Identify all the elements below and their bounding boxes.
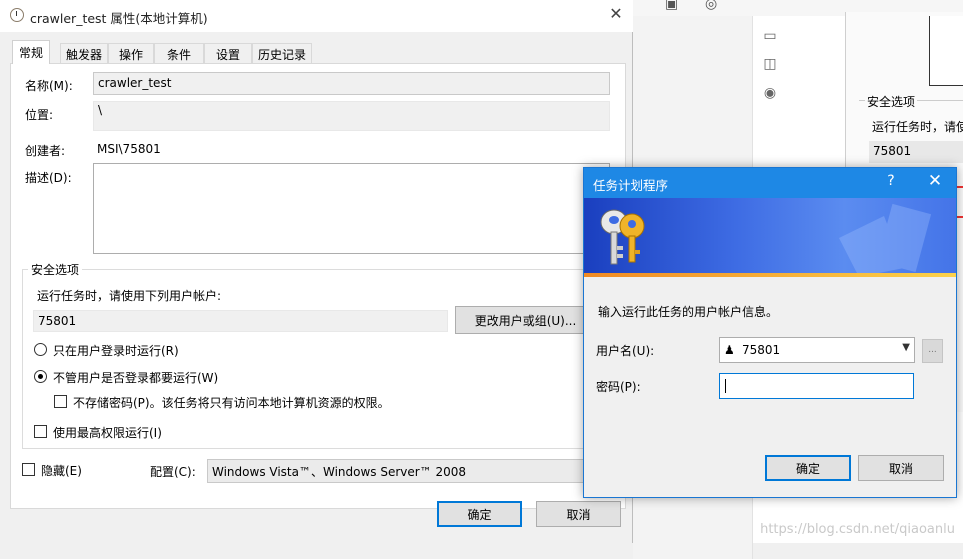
name-label: 名称(M): — [25, 79, 73, 93]
eye-icon[interactable]: ◉ — [761, 85, 779, 101]
configure-label: 配置(C): — [150, 465, 196, 479]
background-security-label: 安全选项 — [865, 93, 918, 110]
author-label: 创建者: — [25, 144, 66, 158]
background-run-text: 运行任务时，请使 — [872, 120, 963, 134]
username-label: 用户名(U): — [596, 344, 655, 358]
help-icon[interactable]: ? — [881, 173, 901, 189]
background-image-box — [929, 16, 963, 86]
tab-triggers[interactable]: 触发器 — [60, 43, 108, 63]
properties-titlebar: crawler_test 属性(本地计算机) ✕ — [0, 0, 633, 32]
tab-history[interactable]: 历史记录 — [252, 43, 312, 63]
keys-icon — [600, 203, 932, 277]
tab-actions[interactable]: 操作 — [108, 43, 154, 63]
banner-stripe — [584, 273, 956, 277]
configure-select[interactable]: Windows Vista™、Windows Server™ 2008 — [207, 459, 597, 483]
location-field: \ — [93, 101, 610, 131]
split-view-icon[interactable]: ◫ — [761, 56, 779, 72]
username-combobox[interactable]: ♟ 75801 ▼ — [719, 337, 915, 363]
dialog-titlebar: 任务计划程序 ? ✕ — [584, 168, 956, 198]
dialog-title: 任务计划程序 — [593, 178, 669, 193]
dialog-banner — [584, 198, 956, 277]
dialog-cancel-button[interactable]: 取消 — [858, 455, 944, 481]
properties-window: crawler_test 属性(本地计算机) ✕ 常规 触发器 操作 条件 设置… — [0, 0, 633, 543]
change-user-button[interactable]: 更改用户或组(U)... — [455, 306, 596, 334]
clock-icon — [10, 8, 24, 22]
hidden-checkbox[interactable] — [22, 463, 35, 476]
no-store-password-checkbox[interactable] — [54, 395, 67, 408]
password-field[interactable] — [719, 373, 914, 399]
author-value: MSI\75801 — [97, 142, 161, 156]
run-whether-logged-on-radio[interactable] — [34, 370, 47, 383]
dialog-instruction: 输入运行此任务的用户帐户信息。 — [598, 305, 779, 319]
chevron-down-icon[interactable]: ▼ — [902, 342, 910, 353]
name-field[interactable]: crawler_test — [93, 72, 610, 95]
highest-privileges-checkbox[interactable] — [34, 425, 47, 438]
run-only-logged-on-label[interactable]: 只在用户登录时运行(R) — [53, 342, 179, 359]
background-user-field: 75801 — [869, 141, 963, 163]
run-as-user-field: 75801 — [33, 310, 448, 332]
security-options-title: 安全选项 — [28, 261, 83, 278]
watermark: https://blog.csdn.net/qiaoanlu — [760, 522, 955, 537]
task-scheduler-dialog: 任务计划程序 ? ✕ 输入运行此任务的用户帐户信息。 用户名(U): ♟ 758… — [583, 167, 957, 498]
location-label: 位置: — [25, 108, 54, 122]
tab-settings[interactable]: 设置 — [204, 43, 252, 63]
dialog-close-icon[interactable]: ✕ — [923, 171, 947, 191]
run-only-logged-on-radio[interactable] — [34, 343, 47, 356]
hidden-label[interactable]: 隐藏(E) — [41, 462, 82, 479]
description-textarea[interactable] — [93, 163, 610, 254]
info-icon: ◎ — [705, 0, 718, 12]
password-label: 密码(P): — [596, 380, 641, 394]
user-avatar-icon: ♟ — [724, 343, 735, 357]
dialog-ok-button[interactable]: 确定 — [765, 455, 851, 481]
close-icon[interactable]: ✕ — [604, 4, 628, 23]
text-cursor — [725, 379, 726, 393]
window-title: crawler_test 属性(本地计算机) — [30, 11, 208, 26]
save-icon: ▣ — [665, 0, 679, 12]
no-store-password-label[interactable]: 不存储密码(P)。该任务将只有访问本地计算机资源的权限。 — [73, 394, 390, 411]
username-value: 75801 — [742, 343, 781, 357]
run-as-label: 运行任务时，请使用下列用户帐户: — [37, 289, 222, 303]
tab-conditions[interactable]: 条件 — [154, 43, 204, 63]
highest-privileges-label[interactable]: 使用最高权限运行(I) — [53, 424, 162, 441]
ok-button[interactable]: 确定 — [437, 501, 522, 527]
browse-user-button[interactable]: ... — [922, 339, 943, 363]
layout-icon[interactable]: ▭ — [761, 28, 779, 44]
run-whether-logged-on-label[interactable]: 不管用户是否登录都要运行(W) — [53, 369, 218, 386]
tab-general[interactable]: 常规 — [12, 40, 50, 64]
description-label: 描述(D): — [25, 171, 72, 185]
